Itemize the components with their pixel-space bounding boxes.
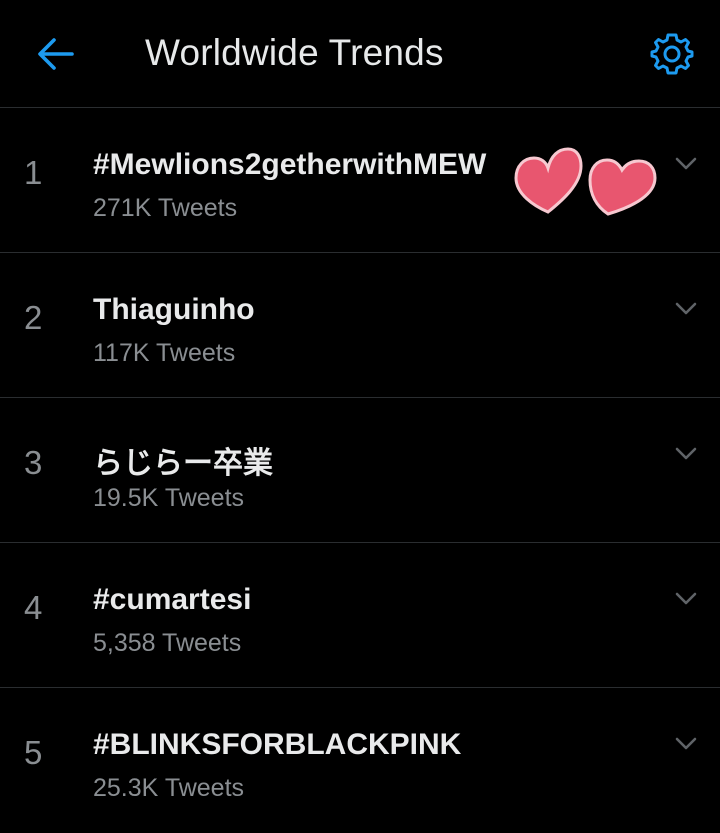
trend-item[interactable]: 2 Thiaguinho 117K Tweets	[0, 253, 720, 398]
chevron-down-icon	[675, 302, 697, 315]
trend-tweet-count: 19.5K Tweets	[93, 484, 245, 512]
trend-tweet-count: 117K Tweets	[93, 339, 236, 367]
trend-name[interactable]: Thiaguinho	[93, 293, 255, 327]
trend-menu-button[interactable]	[670, 728, 702, 760]
chevron-down-icon	[675, 157, 697, 170]
trend-menu-button[interactable]	[670, 148, 702, 180]
trend-rank: 3	[24, 444, 43, 481]
trend-name[interactable]: らじらー卒業	[93, 438, 273, 482]
trend-menu-button[interactable]	[670, 583, 702, 615]
trend-name[interactable]: #BLINKSFORBLACKPINK	[93, 728, 461, 762]
settings-button[interactable]	[646, 28, 698, 80]
trend-name[interactable]: #Mewlions2getherwithMEW	[93, 148, 486, 182]
chevron-down-icon	[675, 447, 697, 460]
gear-icon	[650, 33, 694, 75]
page-title: Worldwide Trends	[145, 32, 444, 73]
trend-menu-button[interactable]	[670, 438, 702, 470]
trend-tweet-count: 25.3K Tweets	[93, 774, 245, 802]
app-header: Worldwide Trends	[0, 0, 720, 108]
chevron-down-icon	[675, 737, 697, 750]
trend-item[interactable]: 3 らじらー卒業 19.5K Tweets	[0, 398, 720, 543]
trend-tweet-count: 271K Tweets	[93, 194, 238, 222]
arrow-left-icon	[38, 38, 74, 70]
trend-menu-button[interactable]	[670, 293, 702, 325]
chevron-down-icon	[675, 592, 697, 605]
trend-item[interactable]: 5 #BLINKSFORBLACKPINK 25.3K Tweets	[0, 688, 720, 833]
back-button[interactable]	[30, 30, 82, 78]
trend-rank: 2	[24, 299, 43, 336]
trend-rank: 4	[24, 589, 43, 626]
trend-name[interactable]: #cumartesi	[93, 583, 251, 617]
heart-sticker-icon	[514, 147, 657, 216]
trend-item[interactable]: 4 #cumartesi 5,358 Tweets	[0, 543, 720, 688]
trend-tweet-count: 5,358 Tweets	[93, 629, 242, 657]
trend-rank: 1	[24, 154, 43, 191]
trend-rank: 5	[24, 734, 43, 771]
